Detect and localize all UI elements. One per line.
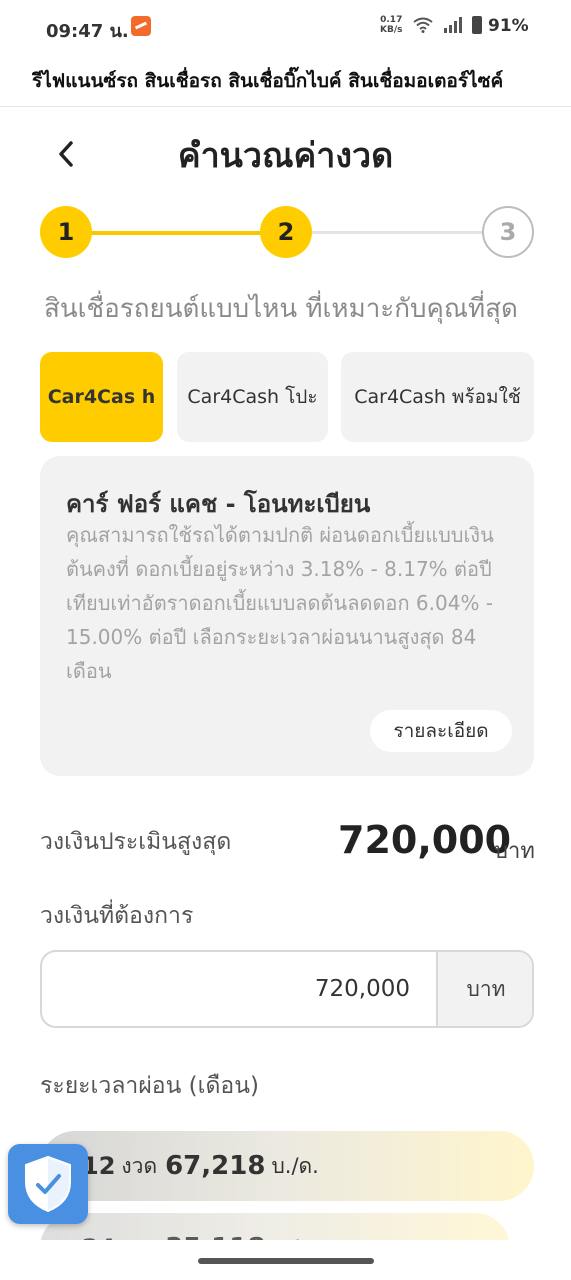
tab-car4cash[interactable]: Car4Cas h [40,352,163,442]
page-title: รีไฟแนนซ์รถ สินเชื่อรถ สินเชื่อบิ๊กไบค์ … [32,70,504,92]
home-indicator[interactable] [198,1258,374,1264]
divider [0,106,571,107]
term-word: งวด [121,1153,158,1178]
step-2: 2 [260,206,312,258]
loan-info-card: คาร์ ฟอร์ แคช - โอนทะเบียน คุณสามารถใช้ร… [40,456,534,776]
desired-amount-value[interactable]: 720,000 [42,952,436,1026]
wifi-icon [413,17,433,33]
screen-heading: คำนวณค่างวด [177,136,394,176]
term-amount: 67,218 [165,1151,266,1181]
shield-check-icon [25,1155,71,1213]
step-3: 3 [482,206,534,258]
battery-icon [472,16,482,34]
stepper-progress-line [66,231,286,235]
desired-amount-unit: บาท [436,952,532,1026]
tab-car4cash-po[interactable]: Car4Cash โปะ [177,352,328,442]
term-option-12[interactable]: 12 งวด 67,218 บ./ด. [40,1131,534,1201]
max-amount-label: วงเงินประเมินสูงสุด [40,829,232,855]
network-speed-value: 0.17 [380,15,403,25]
network-speed-unit: KB/s [380,25,403,35]
term-label: ระยะเวลาผ่อน (เดือน) [40,1073,259,1099]
battery-percent: 91% [488,16,529,36]
stepper-remaining-line [286,231,508,234]
term-unit: บ./ด. [271,1153,319,1178]
app-notification-icon [131,16,151,36]
max-amount-unit: บาท [494,839,535,864]
network-speed: 0.17 KB/s [380,15,402,35]
desired-amount-field[interactable]: 720,000 บาท [40,950,534,1028]
desired-amount-label: วงเงินที่ต้องการ [40,903,194,929]
status-bar: 09:47 น. 0.17 KB/s 91% [0,0,571,52]
tab-car4cash-ready[interactable]: Car4Cash พร้อมใช้ [341,352,534,442]
status-time: 09:47 น. [46,21,129,42]
section-subtitle: สินเชื่อรถยนต์แบบไหน ที่เหมาะกับคุณที่สุ… [44,294,518,324]
max-amount-value: 720,000 [338,818,512,862]
signal-icon [444,17,462,33]
details-button[interactable]: รายละเอียด [370,710,512,752]
security-badge-button[interactable] [8,1144,88,1224]
step-1: 1 [40,206,92,258]
loan-info-description: คุณสามารถใช้รถได้ตามปกติ ผ่อนดอกเบี้ยแบบ… [66,523,494,683]
